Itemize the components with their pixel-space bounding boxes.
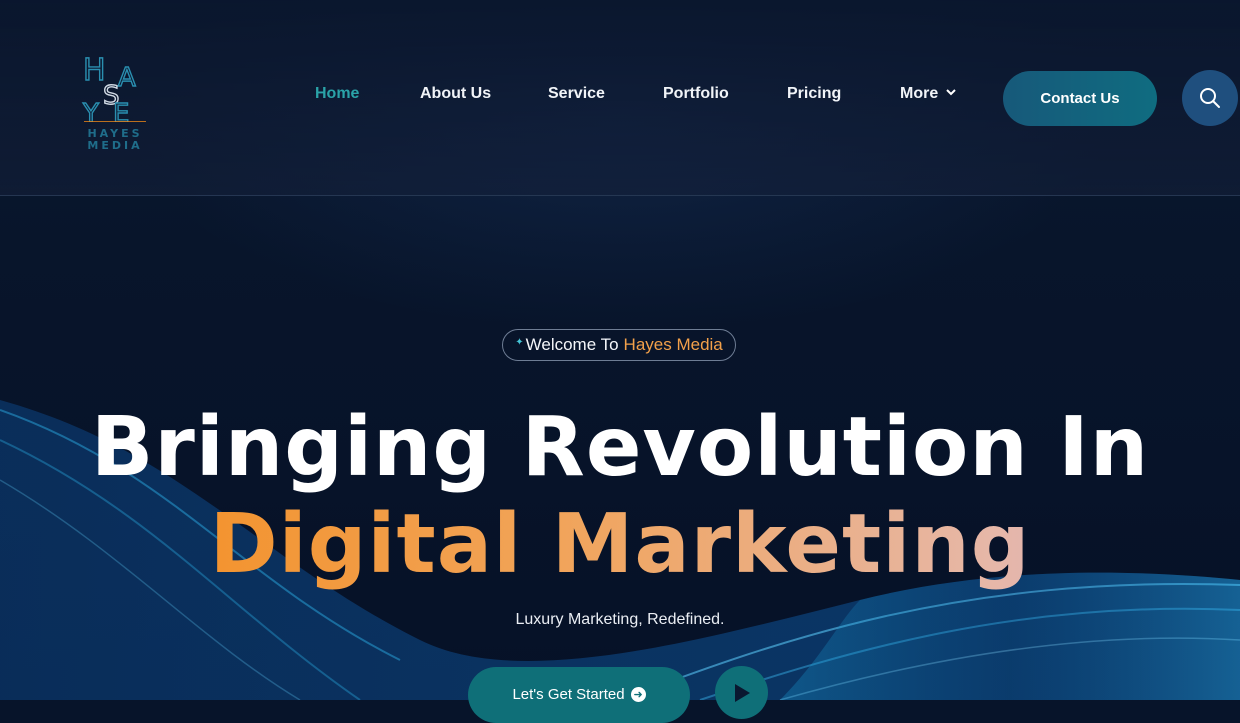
main-nav: Home About Us Service Portfolio Pricing … bbox=[0, 85, 1000, 109]
contact-us-button[interactable]: Contact Us bbox=[1003, 71, 1157, 126]
nav-item-more-label: More bbox=[900, 85, 939, 102]
logo-wordmark-line2: MEDIA bbox=[87, 139, 143, 152]
chevron-down-icon bbox=[946, 89, 956, 96]
welcome-badge-prefix: Welcome To bbox=[525, 335, 619, 354]
site-header: H A S Y E HAYES MEDIA Home About Us Serv… bbox=[0, 0, 1240, 196]
hero-title-line2: Digital Marketing bbox=[0, 497, 1240, 593]
get-started-button[interactable]: Let's Get Started ➜ bbox=[468, 667, 690, 723]
nav-item-home[interactable]: Home bbox=[315, 85, 359, 103]
hero-title-line1: Bringing Revolution In bbox=[90, 400, 1150, 495]
welcome-badge-brand: Hayes Media bbox=[623, 335, 723, 354]
nav-item-service[interactable]: Service bbox=[548, 85, 605, 103]
get-started-label: Let's Get Started bbox=[512, 686, 625, 703]
nav-item-portfolio[interactable]: Portfolio bbox=[663, 85, 729, 103]
hero-tagline: Luxury Marketing, Redefined. bbox=[515, 611, 725, 628]
nav-item-pricing[interactable]: Pricing bbox=[787, 85, 841, 103]
play-video-button[interactable] bbox=[715, 666, 768, 719]
search-icon bbox=[1200, 88, 1220, 108]
logo-wordmark: HAYES MEDIA bbox=[80, 128, 150, 152]
welcome-badge: ✦ Welcome To Hayes Media bbox=[502, 329, 736, 361]
search-button[interactable] bbox=[1182, 70, 1238, 126]
nav-item-more[interactable]: More bbox=[900, 85, 956, 103]
sparkle-icon: ✦ bbox=[515, 336, 524, 348]
nav-item-about-us[interactable]: About Us bbox=[420, 85, 491, 103]
